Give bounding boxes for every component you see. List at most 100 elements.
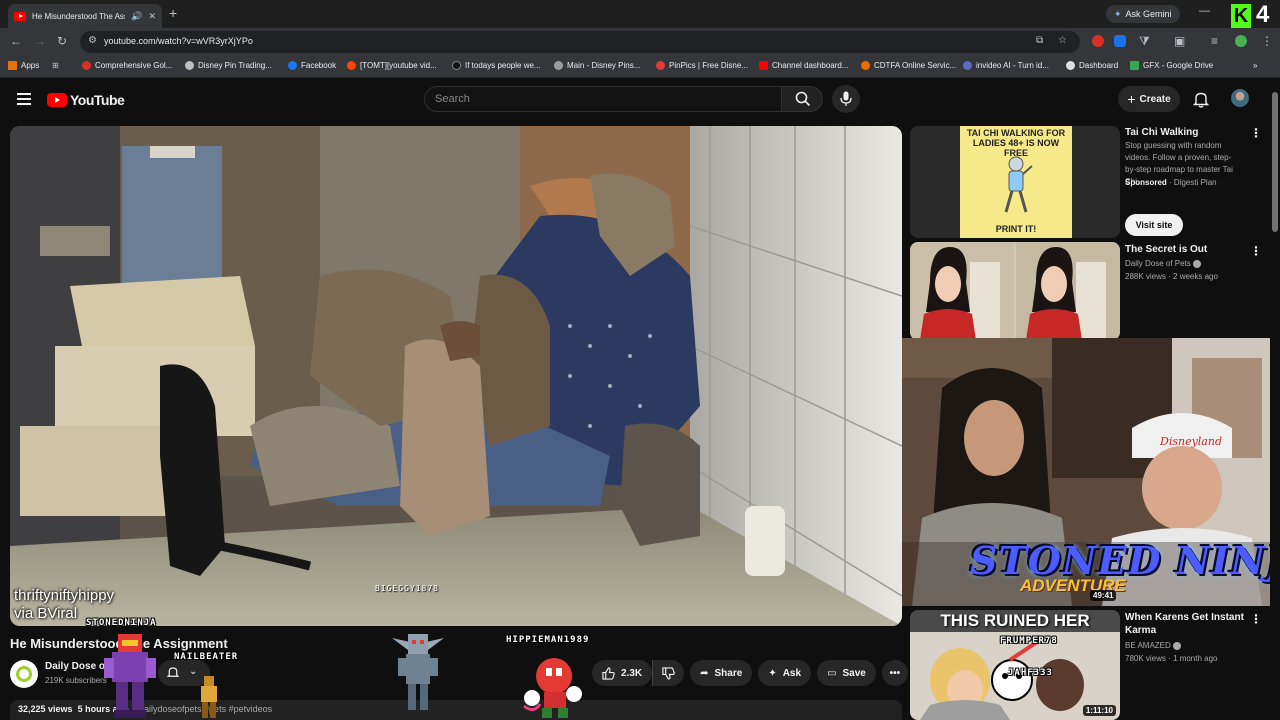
browser-tab-strip: He Misunderstood The Assignment 🔊 ✕ + ✦ … <box>0 0 1280 28</box>
create-button[interactable]: + Create <box>1118 86 1180 112</box>
sidebar-video-meta: 288K views · 2 weeks ago <box>1125 272 1218 281</box>
more-icon: ••• <box>889 667 901 679</box>
video-player[interactable]: thriftyniftyhippy via BViral BIGEGGY1878 <box>10 126 902 626</box>
sidebar-video-title[interactable]: When Karens Get Instant Karma <box>1125 611 1255 637</box>
extensions-icon[interactable]: ⧩ <box>1139 34 1150 49</box>
back-icon[interactable]: ← <box>10 34 22 48</box>
bookmark-item[interactable]: Comprehensive Gol... <box>82 61 172 70</box>
video-thumbnail[interactable] <box>910 242 1120 340</box>
dislike-button[interactable] <box>652 660 685 686</box>
browser-toolbar: ← → ↻ ⚙ youtube.com/watch?v=wVR3yrXjYPo … <box>0 28 1280 56</box>
app-root: He Misunderstood The Assignment 🔊 ✕ + ✦ … <box>0 0 1280 720</box>
more-icon[interactable]: ⋮ <box>1250 126 1262 140</box>
youtube-favicon <box>14 11 26 21</box>
bookmark-item[interactable]: GFX - Google Drive <box>1130 61 1213 70</box>
bell-icon[interactable] <box>1193 91 1209 108</box>
sidepanel-icon[interactable]: ▣ <box>1174 34 1185 48</box>
bookmark-favicon <box>185 61 194 70</box>
voice-search-button[interactable] <box>832 85 860 113</box>
like-count: 2.3K <box>621 667 643 679</box>
bookmark-label: CDTFA Online Servic... <box>874 61 957 70</box>
more-actions-button[interactable]: ••• <box>881 660 908 686</box>
save-button[interactable]: ▭ Save <box>817 660 876 686</box>
bookmark-label: Facebook <box>301 61 337 70</box>
ad-title[interactable]: Tai Chi Walking <box>1125 126 1198 139</box>
kick-logo: K <box>1231 4 1251 28</box>
extension-blue-icon[interactable] <box>1114 35 1126 47</box>
profile-icon[interactable] <box>1235 35 1247 47</box>
share-button[interactable]: ➦ Share <box>690 660 753 686</box>
video-duration: 1:11:10 <box>1082 705 1116 716</box>
browser-tab-active[interactable]: He Misunderstood The Assignment 🔊 ✕ <box>8 4 162 28</box>
bookmark-item[interactable]: If todays people we... <box>452 61 541 70</box>
more-icon[interactable]: ⋮ <box>1250 244 1262 258</box>
channel-avatar[interactable] <box>10 660 38 688</box>
sparkle-icon: ✦ <box>768 667 777 679</box>
youtube-header: YouTube + Create <box>0 78 1280 122</box>
sidebar-video-channel: BE AMAZED <box>1125 640 1181 651</box>
bookmark-apps[interactable]: Apps <box>8 61 39 70</box>
install-icon[interactable]: ⧉ <box>1036 35 1043 46</box>
account-avatar[interactable] <box>1231 89 1249 107</box>
video-thumbnail[interactable]: THIS RUINED HER 1:11:10 <box>910 610 1120 720</box>
spartan-sprite <box>104 634 156 718</box>
bookmarks-overflow-icon[interactable]: » <box>1253 61 1257 70</box>
extension-red-icon[interactable] <box>1092 35 1104 47</box>
bookmark-item[interactable]: invideo AI - Turn id... <box>963 61 1049 70</box>
minimize-icon[interactable]: — <box>1199 5 1210 17</box>
advertiser-name: · Digesti Plan <box>1169 178 1217 187</box>
page-scrollbar[interactable] <box>1270 80 1280 720</box>
bookmark-item[interactable]: [TOMT][youtube vid... <box>347 61 437 70</box>
bookmark-favicon <box>554 61 563 70</box>
visit-site-button[interactable]: Visit site <box>1125 214 1183 236</box>
url-text: youtube.com/watch?v=wVR3yrXjYPo <box>104 36 253 46</box>
ask-gemini-button[interactable]: ✦ Ask Gemini <box>1106 5 1180 23</box>
bookmark-item[interactable]: PinPics | Free Disne... <box>656 61 748 70</box>
bookmark-item[interactable]: CDTFA Online Servic... <box>861 61 956 70</box>
ask-button[interactable]: ✦ Ask <box>758 660 812 686</box>
sidebar-video-title[interactable]: The Secret is Out <box>1125 243 1207 256</box>
bookmark-item[interactable]: Dashboard <box>1066 61 1118 70</box>
address-bar[interactable]: ⚙ youtube.com/watch?v=wVR3yrXjYPo ⧉ ☆ <box>80 31 1080 53</box>
sidebar-video-channel: Daily Dose of Pets <box>1125 258 1201 269</box>
bookmark-label: If todays people we... <box>465 61 541 70</box>
channel-label: Daily Dose of Pets <box>1125 259 1191 268</box>
reload-icon[interactable]: ↻ <box>57 34 67 48</box>
like-button[interactable]: 2.3K <box>592 660 653 686</box>
thumbs-down-icon <box>662 666 675 680</box>
search-input[interactable] <box>435 93 765 105</box>
speaker-icon[interactable]: 🔊 <box>131 11 142 22</box>
new-tab-button[interactable]: + <box>169 5 177 21</box>
scrollbar-thumb[interactable] <box>1272 92 1278 232</box>
thumbnail-text: THIS RUINED HER <box>940 611 1090 630</box>
bookmark-label: [TOMT][youtube vid... <box>360 61 437 70</box>
channel-label: BE AMAZED <box>1125 641 1171 650</box>
overlay-name: HIPPIEMAN1989 <box>506 635 590 645</box>
site-info-icon[interactable]: ⚙ <box>88 35 97 46</box>
bookmark-item[interactable]: Facebook <box>288 61 336 70</box>
search-icon <box>795 91 811 107</box>
bookmarks-bar: Apps ⊞ Comprehensive Gol... Disney Pin T… <box>0 56 1280 78</box>
media-icon[interactable]: ≡ <box>1211 34 1218 48</box>
ask-gemini-label: Ask Gemini <box>1125 9 1172 19</box>
share-icon: ➦ <box>700 667 709 679</box>
svg-text:Disneyland: Disneyland <box>1159 435 1222 448</box>
forward-icon[interactable]: → <box>34 34 46 48</box>
bookmark-grid[interactable]: ⊞ <box>52 61 59 70</box>
video-frame <box>10 126 902 626</box>
gremlin-sprite <box>392 634 444 710</box>
more-icon[interactable]: ⋮ <box>1250 612 1262 626</box>
menu-icon[interactable] <box>17 93 31 105</box>
bookmark-item[interactable]: Disney Pin Trading... <box>185 61 272 70</box>
bookmark-item[interactable]: Channel dashboard... <box>759 61 849 70</box>
close-icon[interactable]: ✕ <box>148 11 156 22</box>
drive-icon <box>1130 61 1139 70</box>
ad-thumbnail[interactable]: TAI CHI WALKING FOR LADIES 48+ IS NOW FR… <box>910 126 1120 238</box>
bookmark-favicon <box>963 61 972 70</box>
star-icon[interactable]: ☆ <box>1058 35 1067 46</box>
youtube-logo[interactable]: YouTube <box>47 92 125 108</box>
search-button[interactable] <box>781 86 823 112</box>
bookmark-item[interactable]: Main - Disney Pins... <box>554 61 640 70</box>
bookmark-label: Main - Disney Pins... <box>567 61 641 70</box>
browser-menu-icon[interactable]: ⋮ <box>1261 34 1273 48</box>
